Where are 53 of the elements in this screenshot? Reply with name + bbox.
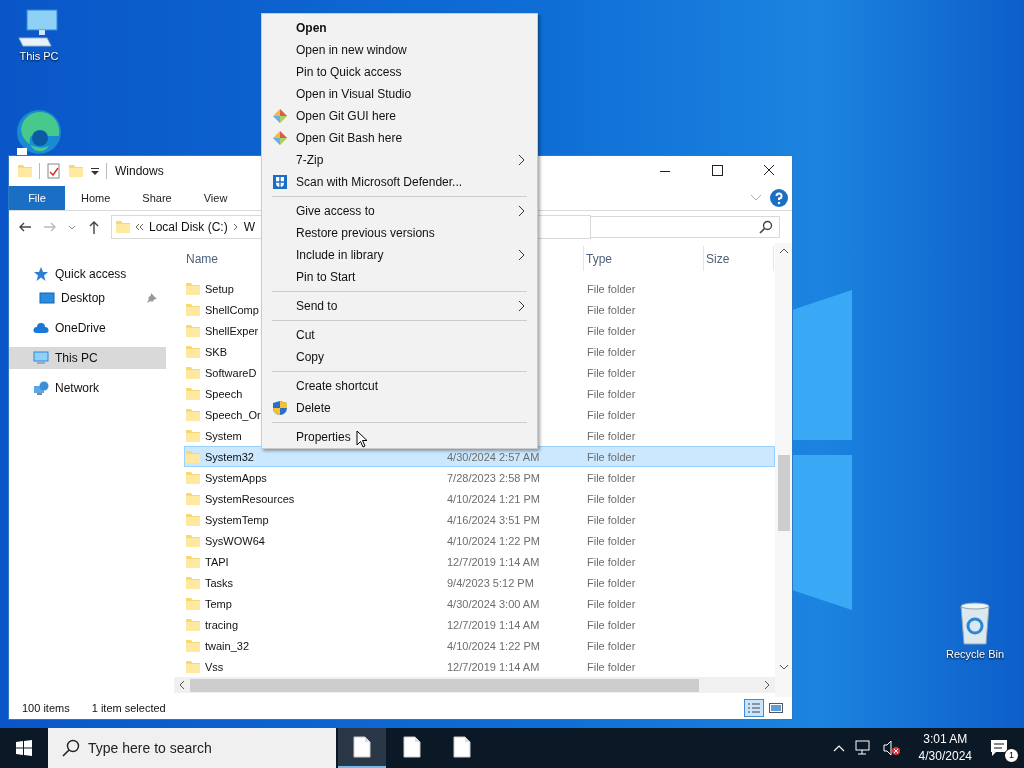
date-modified: 12/7/2019 1:14 AM [447,618,540,631]
file-type: File folder [587,639,636,652]
date-modified: 4/30/2024 3:00 AM [447,597,540,610]
file-type: File folder [587,534,636,547]
file-name: Temp [205,597,232,610]
date-modified: 4/10/2024 1:22 PM [447,639,540,652]
file-name: twain_32 [205,639,250,652]
file-type: File folder [587,303,636,316]
file-type: File folder [587,576,636,589]
date-modified: 4/10/2024 1:21 PM [447,492,540,505]
file-name: Setup [205,282,234,295]
file-name: SoftwareD [205,366,257,379]
date-modified: 4/30/2024 2:57 AM [447,450,540,463]
window-title: Windows [115,164,164,178]
file-name: ShellComp [205,303,259,316]
file-name: Speech_Or [205,408,261,421]
file-type: File folder [587,345,636,358]
file-type: File folder [587,408,636,421]
date-modified: 12/7/2019 1:14 AM [447,555,540,568]
file-type: File folder [587,366,636,379]
date-modified: 4/16/2024 3:51 PM [447,513,540,526]
file-name: System32 [205,450,254,463]
file-type: File folder [587,618,636,631]
file-type: File folder [587,387,636,400]
file-name: SysWOW64 [205,534,265,547]
file-type: File folder [587,471,636,484]
date-modified: 4/10/2024 1:22 PM [447,534,540,547]
date-modified: 9/4/2023 5:12 PM [447,576,534,589]
file-name: Vss [205,660,224,673]
file-type: File folder [587,513,636,526]
file-name: SystemApps [205,471,267,484]
file-name: SystemTemp [205,513,269,526]
file-type: File folder [587,324,636,337]
date-modified: 7/28/2023 2:58 PM [447,471,540,484]
date-modified: 12/7/2019 1:14 AM [447,660,540,673]
notification-badge: 1 [1004,748,1019,763]
file-name: Tasks [205,576,234,589]
file-type: File folder [587,555,636,568]
file-type: File folder [587,597,636,610]
file-name: tracing [205,618,239,631]
file-type: File folder [587,660,636,673]
file-name: Speech [205,387,243,400]
file-name: SKB [205,345,227,358]
item-count: 100 items [22,702,70,714]
file-name: SystemResources [205,492,295,505]
file-type: File folder [587,492,636,505]
file-name: System [205,429,242,442]
file-type: File folder [587,282,636,295]
file-type: File folder [587,429,636,442]
selection-count: 1 item selected [91,702,166,714]
file-type: File folder [587,450,636,463]
file-name: TAPI [205,555,229,568]
file-name: ShellExper [205,324,259,337]
